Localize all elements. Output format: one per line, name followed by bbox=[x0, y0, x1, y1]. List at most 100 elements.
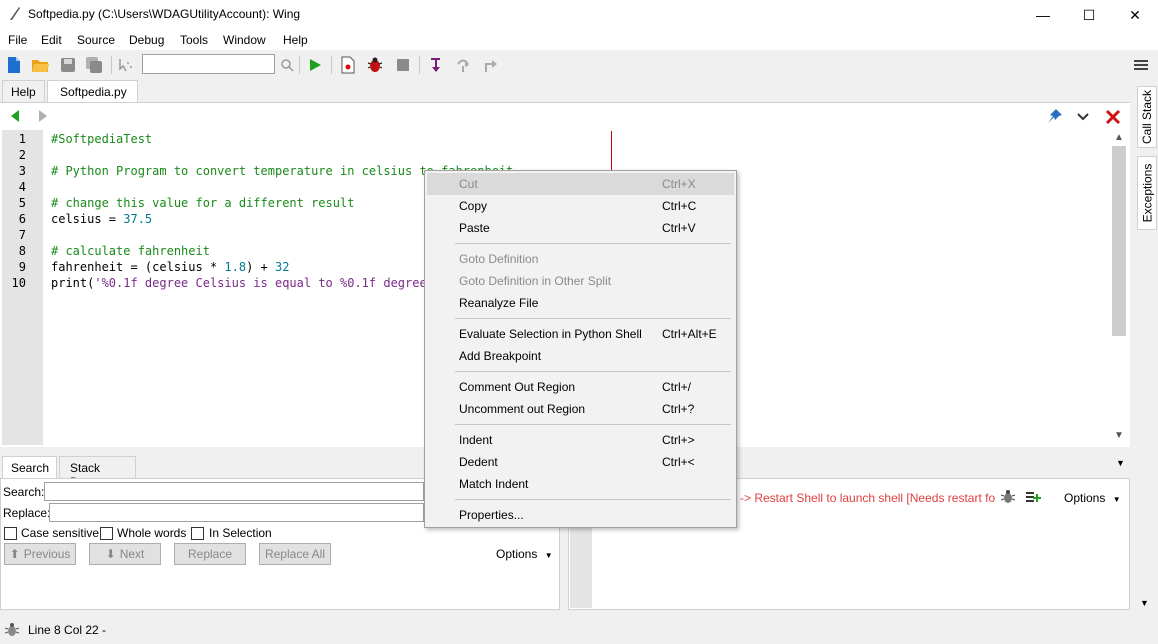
scroll-down-icon[interactable]: ▼ bbox=[1114, 430, 1124, 441]
code-line[interactable]: print('%0.1f degree Celsius is equal to … bbox=[51, 276, 427, 290]
panel-chevron-down-icon[interactable]: ▼ bbox=[1116, 458, 1125, 468]
close-window-button[interactable]: ✕ bbox=[1112, 0, 1158, 30]
in-selection-label: In Selection bbox=[209, 526, 272, 540]
previous-button[interactable]: ⬆ Previous bbox=[4, 543, 76, 565]
code-line[interactable]: # change this value for a different resu… bbox=[51, 196, 354, 210]
menu-item-paste[interactable]: Paste Ctrl+V bbox=[427, 217, 734, 239]
window-title: Softpedia.py (C:\Users\WDAGUtilityAccoun… bbox=[28, 7, 301, 21]
code-token: 1.8 bbox=[224, 260, 247, 274]
save-icon[interactable] bbox=[58, 55, 78, 75]
pin-icon[interactable] bbox=[1047, 108, 1063, 124]
search-icon[interactable] bbox=[277, 55, 297, 75]
shell-options-dropdown[interactable]: Options ▼ bbox=[1064, 491, 1121, 505]
replace-label: Replace: bbox=[3, 506, 51, 520]
menu-item-add-breakpoint[interactable]: Add Breakpoint bbox=[427, 345, 734, 367]
step-over-icon[interactable] bbox=[453, 55, 473, 75]
menu-item-shortcut: Ctrl+X bbox=[662, 177, 696, 191]
step-into-icon[interactable] bbox=[426, 55, 446, 75]
debug-file-icon[interactable] bbox=[338, 55, 358, 75]
step-out-icon[interactable] bbox=[480, 55, 500, 75]
tab-help[interactable]: Help bbox=[2, 80, 45, 102]
close-editor-icon[interactable] bbox=[1105, 109, 1121, 125]
code-token: # calculate fahrenheit bbox=[51, 244, 210, 258]
menu-file[interactable]: File bbox=[8, 33, 27, 47]
search-field[interactable] bbox=[44, 482, 424, 501]
menu-item-reanalyze-file[interactable]: Reanalyze File bbox=[427, 292, 734, 314]
whole-words-label: Whole words bbox=[117, 526, 187, 540]
code-line[interactable]: fahrenheit = (celsius * 1.8) + 32 bbox=[51, 260, 289, 274]
shell-scroll-down-icon[interactable]: ▼ bbox=[1140, 598, 1149, 608]
menu-item-match-indent[interactable]: Match Indent bbox=[427, 473, 734, 495]
side-tab-call-stack[interactable]: Call Stack bbox=[1137, 86, 1157, 148]
back-arrow-icon[interactable] bbox=[8, 109, 22, 123]
menu-item-goto-definition-in-other-split[interactable]: Goto Definition in Other Split bbox=[427, 270, 734, 292]
menu-item-dedent[interactable]: Dedent Ctrl+< bbox=[427, 451, 734, 473]
open-folder-icon[interactable] bbox=[30, 55, 50, 75]
scroll-up-icon[interactable]: ▲ bbox=[1114, 132, 1124, 143]
code-token: print( bbox=[51, 276, 95, 290]
menu-tools[interactable]: Tools bbox=[180, 33, 208, 47]
editor-vertical-scrollbar[interactable]: ▲ ▼ bbox=[1112, 132, 1126, 444]
minimize-button[interactable]: — bbox=[1020, 0, 1066, 30]
menu-item-shortcut: Ctrl+C bbox=[662, 199, 697, 213]
menu-separator bbox=[455, 499, 731, 500]
side-tab-exceptions[interactable]: Exceptions bbox=[1137, 156, 1157, 230]
run-icon[interactable] bbox=[305, 55, 325, 75]
debug-bug-icon[interactable] bbox=[365, 55, 385, 75]
tab-stack-data[interactable]: Stack Data bbox=[59, 456, 136, 489]
menu-help[interactable]: Help bbox=[283, 33, 308, 47]
menu-source[interactable]: Source bbox=[77, 33, 115, 47]
menu-item-label: Uncomment out Region bbox=[459, 402, 586, 416]
menu-item-cut[interactable]: Cut Ctrl+X bbox=[427, 173, 734, 195]
in-selection-checkbox[interactable] bbox=[191, 527, 204, 540]
menu-item-shortcut: Ctrl+V bbox=[662, 221, 696, 235]
shell-restart-message[interactable]: -> Restart Shell to launch shell [Needs … bbox=[740, 491, 995, 505]
scrollbar-thumb[interactable] bbox=[1112, 146, 1126, 336]
menu-item-properties[interactable]: Properties... bbox=[427, 504, 734, 526]
stop-icon[interactable] bbox=[393, 55, 413, 75]
line-number: 7 bbox=[18, 228, 26, 242]
shell-add-icon[interactable] bbox=[1025, 489, 1041, 505]
menu-item-label: Dedent bbox=[459, 455, 498, 469]
whole-words-checkbox[interactable] bbox=[100, 527, 113, 540]
menu-item-comment-out-region[interactable]: Comment Out Region Ctrl+/ bbox=[427, 376, 734, 398]
save-all-icon[interactable] bbox=[84, 55, 104, 75]
line-number: 1 bbox=[18, 132, 26, 146]
replace-field[interactable] bbox=[49, 503, 424, 522]
line-number: 9 bbox=[18, 260, 26, 274]
chevron-down-icon[interactable] bbox=[1076, 110, 1090, 124]
menu-edit[interactable]: Edit bbox=[41, 33, 62, 47]
toolbar-search-input[interactable] bbox=[142, 54, 275, 74]
menu-item-shortcut: Ctrl+Alt+E bbox=[662, 327, 717, 341]
menu-window[interactable]: Window bbox=[223, 33, 266, 47]
status-bug-icon[interactable] bbox=[4, 622, 20, 638]
forward-arrow-icon[interactable] bbox=[36, 109, 50, 123]
menu-item-evaluate-selection-in-python-shell[interactable]: Evaluate Selection in Python Shell Ctrl+A… bbox=[427, 323, 734, 345]
tab-softpedia-py[interactable]: Softpedia.py bbox=[47, 80, 138, 102]
maximize-button[interactable]: ☐ bbox=[1066, 0, 1112, 30]
menu-item-goto-definition[interactable]: Goto Definition bbox=[427, 248, 734, 270]
replace-all-button[interactable]: Replace All bbox=[259, 543, 331, 565]
line-number: 5 bbox=[18, 196, 26, 210]
menu-item-label: Indent bbox=[459, 433, 493, 447]
menu-item-uncomment-out-region[interactable]: Uncomment out Region Ctrl+? bbox=[427, 398, 734, 420]
menu-item-indent[interactable]: Indent Ctrl+> bbox=[427, 429, 734, 451]
search-options-dropdown[interactable]: Options ▼ bbox=[496, 547, 553, 561]
editor-context-menu: Cut Ctrl+X Copy Ctrl+C Paste Ctrl+V Goto Defin… bbox=[424, 170, 737, 528]
cursor-position: Line 8 Col 22 - bbox=[28, 623, 107, 637]
menu-debug[interactable]: Debug bbox=[129, 33, 164, 47]
code-line[interactable]: #SoftpediaTest bbox=[51, 132, 152, 146]
tab-search[interactable]: Search bbox=[2, 456, 57, 478]
search-selection-icon[interactable] bbox=[116, 55, 136, 75]
replace-button[interactable]: Replace bbox=[174, 543, 246, 565]
case-sensitive-checkbox[interactable] bbox=[4, 527, 17, 540]
code-token: #SoftpediaTest bbox=[51, 132, 153, 146]
code-line[interactable]: celsius = 37.5 bbox=[51, 212, 152, 226]
line-number: 2 bbox=[18, 148, 26, 162]
next-button[interactable]: ⬇ Next bbox=[89, 543, 161, 565]
hamburger-menu-icon[interactable] bbox=[1131, 55, 1151, 75]
shell-debug-icon[interactable] bbox=[1000, 489, 1016, 505]
new-file-icon[interactable] bbox=[4, 55, 24, 75]
code-line[interactable]: # calculate fahrenheit bbox=[51, 244, 210, 258]
menu-item-copy[interactable]: Copy Ctrl+C bbox=[427, 195, 734, 217]
